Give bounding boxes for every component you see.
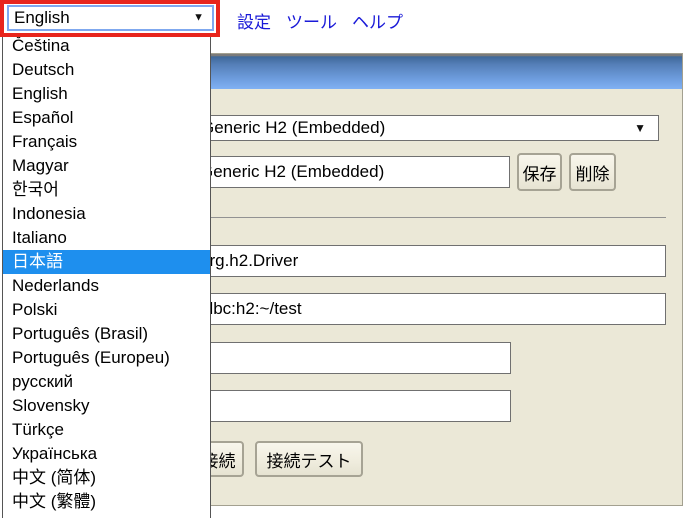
language-dropdown-list: Čeština Deutsch English Español Français… bbox=[2, 33, 211, 518]
dropdown-option[interactable]: Français bbox=[3, 130, 210, 154]
dropdown-option[interactable]: 한국어 bbox=[3, 178, 210, 202]
dropdown-option[interactable]: Español bbox=[3, 106, 210, 130]
h2-console-page: Generic H2 (Embedded) ▼ 保存 削除 接続 接続テスト E… bbox=[0, 0, 687, 518]
top-menu: 設定 ツール ヘルプ bbox=[237, 8, 403, 33]
chevron-down-icon: ▼ bbox=[634, 122, 646, 134]
password-input[interactable] bbox=[194, 390, 511, 422]
menu-link-tools[interactable]: ツール bbox=[286, 8, 337, 33]
dropdown-option[interactable]: русский bbox=[3, 370, 210, 394]
dropdown-option[interactable]: Deutsch bbox=[3, 58, 210, 82]
language-select[interactable]: English ▼ bbox=[7, 5, 214, 31]
save-button[interactable]: 保存 bbox=[517, 153, 562, 191]
driver-class-input[interactable] bbox=[194, 245, 666, 277]
dropdown-option[interactable]: Nederlands bbox=[3, 274, 210, 298]
menu-link-help[interactable]: ヘルプ bbox=[352, 8, 403, 33]
saved-settings-select[interactable]: Generic H2 (Embedded) ▼ bbox=[194, 115, 659, 141]
dropdown-option[interactable]: Indonesia bbox=[3, 202, 210, 226]
dropdown-option[interactable]: Українська bbox=[3, 442, 210, 466]
chevron-down-icon: ▼ bbox=[193, 13, 204, 24]
dropdown-option[interactable]: Português (Europeu) bbox=[3, 346, 210, 370]
menu-link-settings[interactable]: 設定 bbox=[237, 8, 271, 33]
dropdown-option-highlighted[interactable]: 日本語 bbox=[3, 250, 210, 274]
remove-button[interactable]: 削除 bbox=[569, 153, 616, 191]
jdbc-url-input[interactable] bbox=[194, 293, 666, 325]
setting-name-input[interactable] bbox=[194, 156, 510, 188]
dropdown-option[interactable]: Italiano bbox=[3, 226, 210, 250]
dropdown-option[interactable]: English bbox=[3, 82, 210, 106]
dropdown-option[interactable]: 中文 (繁體) bbox=[3, 490, 210, 514]
language-select-value: English bbox=[14, 8, 70, 28]
dropdown-option[interactable]: Magyar bbox=[3, 154, 210, 178]
dropdown-option[interactable]: Čeština bbox=[3, 34, 210, 58]
test-connection-button[interactable]: 接続テスト bbox=[255, 441, 363, 477]
dropdown-option[interactable]: Português (Brasil) bbox=[3, 322, 210, 346]
dropdown-option[interactable]: 中文 (简体) bbox=[3, 466, 210, 490]
dropdown-option[interactable]: Türkçe bbox=[3, 418, 210, 442]
dropdown-option[interactable]: Polski bbox=[3, 298, 210, 322]
dropdown-option[interactable]: Slovensky bbox=[3, 394, 210, 418]
user-name-input[interactable] bbox=[194, 342, 511, 374]
saved-settings-value: Generic H2 (Embedded) bbox=[201, 118, 385, 138]
